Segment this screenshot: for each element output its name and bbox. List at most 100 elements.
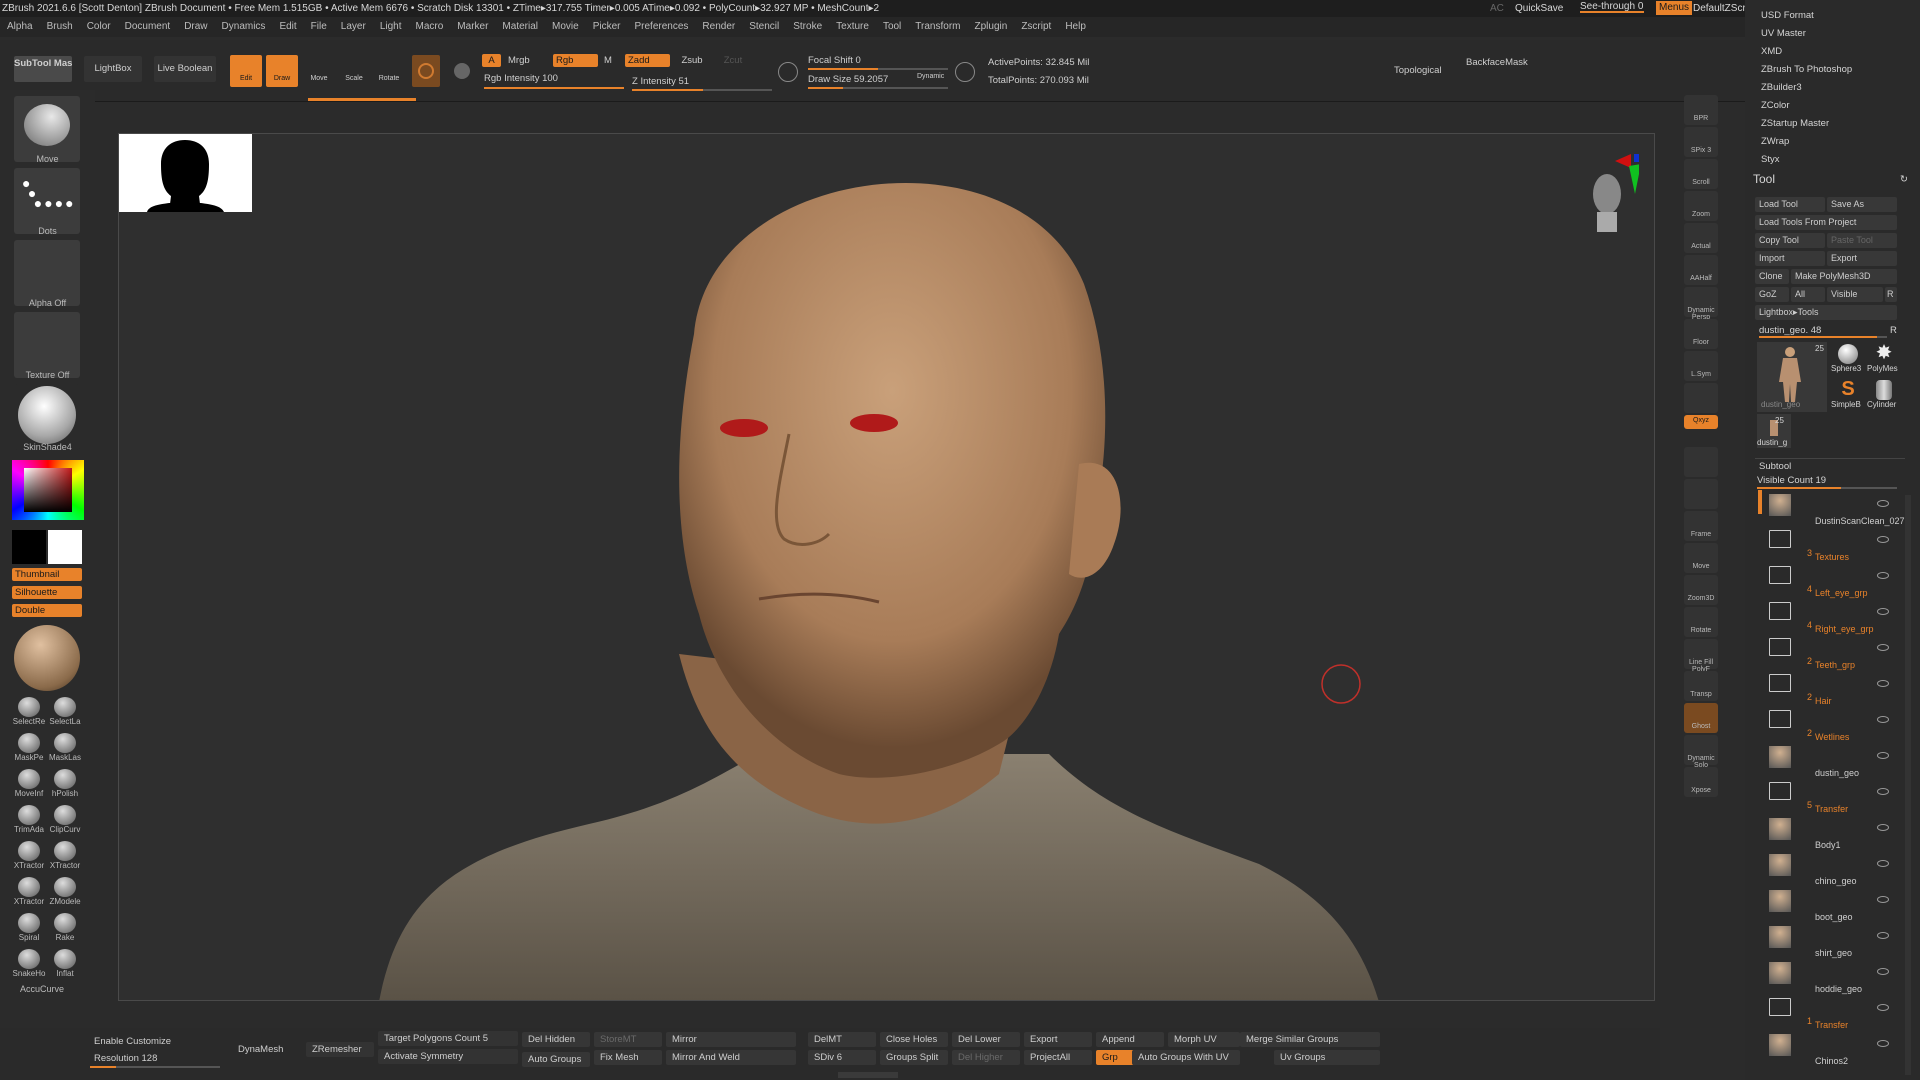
scale-mode-button[interactable]: Scale: [338, 55, 370, 87]
goz-r-button[interactable]: R: [1885, 287, 1897, 302]
brush-selector[interactable]: [14, 96, 80, 162]
brush-slot[interactable]: ZModele: [48, 875, 82, 909]
brush-slot[interactable]: TrimAda: [12, 803, 46, 837]
menu-movie[interactable]: Movie: [552, 21, 579, 32]
auto-groups-with-uv-button[interactable]: Auto Groups With UV: [1132, 1050, 1240, 1065]
tool-thumb-cylinder[interactable]: Cylinder: [1867, 378, 1901, 412]
folder-icon[interactable]: [1769, 566, 1791, 584]
canvas-viewport[interactable]: [118, 133, 1655, 1001]
zremesher-button[interactable]: ZRemesher: [306, 1042, 374, 1057]
shelf-button[interactable]: Line Fill PolyF: [1684, 639, 1718, 673]
uv-groups-button[interactable]: Uv Groups: [1274, 1050, 1380, 1065]
menu-texture[interactable]: Texture: [836, 21, 869, 32]
brush-slot[interactable]: Spiral: [12, 911, 46, 945]
brush-slot[interactable]: SelectRe: [12, 695, 46, 729]
plugin-item[interactable]: XMD: [1761, 46, 1782, 57]
visibility-eye-icon[interactable]: [1877, 608, 1889, 615]
rotate-mode-button[interactable]: Rotate: [373, 55, 405, 87]
goz-visible-button[interactable]: Visible: [1827, 287, 1883, 302]
subtool-name[interactable]: Hair: [1815, 696, 1832, 706]
shelf-button[interactable]: Zoom: [1684, 191, 1718, 221]
menu-preferences[interactable]: Preferences: [634, 21, 688, 32]
menu-dynamics[interactable]: Dynamics: [222, 21, 266, 32]
z-intensity-slider[interactable]: [632, 89, 772, 91]
storemt-button[interactable]: StoreMT: [594, 1032, 662, 1047]
current-tool-r[interactable]: R: [1890, 325, 1897, 336]
visible-count-slider[interactable]: Visible Count 19: [1757, 475, 1826, 486]
see-through-slider[interactable]: See-through 0: [1580, 0, 1644, 13]
save-as-button[interactable]: Save As: [1827, 197, 1897, 212]
quicksave-button[interactable]: QuickSave: [1515, 0, 1563, 17]
shelf-button[interactable]: Move: [1684, 543, 1718, 573]
import-button[interactable]: Import: [1755, 251, 1825, 266]
folder-icon[interactable]: [1769, 638, 1791, 656]
shelf-button[interactable]: [1684, 383, 1718, 413]
menu-light[interactable]: Light: [380, 21, 402, 32]
target-polygons-slider[interactable]: Target Polygons Count 5: [378, 1031, 518, 1046]
brush-slot[interactable]: Inflat: [48, 947, 82, 981]
visibility-eye-icon[interactable]: [1877, 752, 1889, 759]
folder-icon[interactable]: [1769, 710, 1791, 728]
menu-help[interactable]: Help: [1065, 21, 1086, 32]
subtool-name[interactable]: hoddie_geo: [1815, 984, 1862, 994]
alpha-selector[interactable]: [14, 240, 80, 306]
plugin-item[interactable]: ZColor: [1761, 100, 1790, 111]
plugin-item[interactable]: UV Master: [1761, 28, 1806, 39]
copy-tool-button[interactable]: Copy Tool: [1755, 233, 1825, 248]
mesh-thumbnail-icon[interactable]: [1769, 818, 1791, 840]
menu-layer[interactable]: Layer: [341, 21, 366, 32]
mrgb-toggle[interactable]: Mrgb: [505, 54, 553, 67]
morph-uv-button[interactable]: Morph UV: [1168, 1032, 1240, 1047]
subtool-name[interactable]: Transfer: [1815, 1020, 1848, 1030]
main-color-swatch[interactable]: [48, 530, 82, 564]
brush-slot[interactable]: SelectLa: [48, 695, 82, 729]
visibility-eye-icon[interactable]: [1877, 644, 1889, 651]
menus-toggle[interactable]: Menus: [1656, 1, 1693, 15]
menu-draw[interactable]: Draw: [184, 21, 207, 32]
tool-thumb-simpleb[interactable]: S SimpleB: [1831, 378, 1865, 412]
menu-alpha[interactable]: Alpha: [7, 21, 33, 32]
shelf-button[interactable]: AAHalf: [1684, 255, 1718, 285]
tool-thumb-dustin-g[interactable]: 25 dustin_g: [1757, 414, 1791, 448]
shelf-button[interactable]: Ghost: [1684, 703, 1718, 733]
mesh-thumbnail-icon[interactable]: [1769, 494, 1791, 516]
mesh-thumbnail-icon[interactable]: [1769, 854, 1791, 876]
shelf-button[interactable]: Rotate: [1684, 607, 1718, 637]
subtool-name[interactable]: Textures: [1815, 552, 1849, 562]
brush-slot[interactable]: MaskPe: [12, 731, 46, 765]
load-tools-from-project-button[interactable]: Load Tools From Project: [1755, 215, 1897, 230]
enable-customize-toggle[interactable]: Enable Customize: [88, 1034, 228, 1049]
tool-thumb-sphere3[interactable]: Sphere3: [1831, 342, 1865, 376]
load-tool-button[interactable]: Load Tool: [1755, 197, 1825, 212]
mesh-thumbnail-icon[interactable]: [1769, 926, 1791, 948]
brush-slot[interactable]: hPolish: [48, 767, 82, 801]
draw-size-slider[interactable]: [808, 87, 948, 89]
subtool-name[interactable]: shirt_geo: [1815, 948, 1852, 958]
menu-color[interactable]: Color: [87, 21, 111, 32]
visibility-eye-icon[interactable]: [1877, 680, 1889, 687]
double-toggle[interactable]: Double: [12, 604, 82, 617]
shelf-button[interactable]: Dynamic Solo: [1684, 735, 1718, 769]
menu-macro[interactable]: Macro: [416, 21, 444, 32]
visibility-eye-icon[interactable]: [1877, 932, 1889, 939]
visibility-eye-icon[interactable]: [1877, 860, 1889, 867]
subtool-master-button[interactable]: SubTool Master: [14, 56, 72, 82]
visibility-eye-icon[interactable]: [1877, 716, 1889, 723]
shelf-button[interactable]: Zoom3D: [1684, 575, 1718, 605]
material-sphere-button[interactable]: [412, 55, 440, 87]
fix-mesh-button[interactable]: Fix Mesh: [594, 1050, 662, 1065]
stroke-selector[interactable]: ● ● ●●●●: [14, 168, 80, 234]
make-polymesh3d-button[interactable]: Make PolyMesh3D: [1791, 269, 1897, 284]
del-lower-button[interactable]: Del Lower: [952, 1032, 1020, 1047]
subtool-name[interactable]: Chinos2: [1815, 1056, 1848, 1066]
del-hidden-button[interactable]: Del Hidden: [522, 1032, 590, 1047]
subtool-name[interactable]: Left_eye_grp: [1815, 588, 1868, 598]
paste-tool-button[interactable]: Paste Tool: [1827, 233, 1897, 248]
plugin-item[interactable]: ZStartup Master: [1761, 118, 1829, 129]
visibility-eye-icon[interactable]: [1877, 968, 1889, 975]
shelf-button[interactable]: BPR: [1684, 95, 1718, 125]
brush-slot[interactable]: MoveInf: [12, 767, 46, 801]
mesh-thumbnail-icon[interactable]: [1769, 746, 1791, 768]
dynamic-size-icon[interactable]: [955, 62, 975, 82]
visibility-eye-icon[interactable]: [1877, 788, 1889, 795]
